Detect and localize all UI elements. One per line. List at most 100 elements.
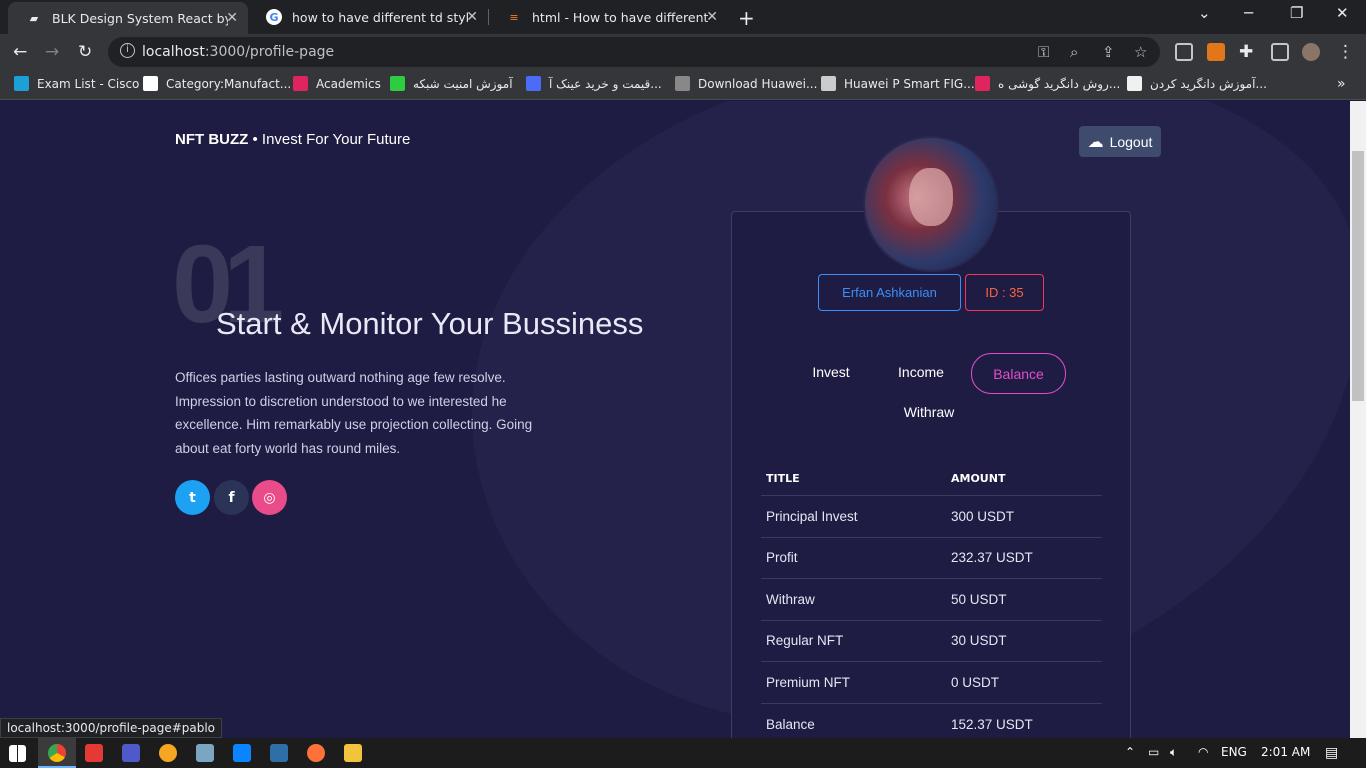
notifications-icon[interactable]: ▤ <box>1325 745 1338 761</box>
hero-title: Start & Monitor Your Bussiness <box>216 306 644 341</box>
hero-description: Offices parties lasting outward nothing … <box>175 370 533 456</box>
side-panel-icon[interactable] <box>1271 43 1289 61</box>
twitter-icon: t <box>189 489 196 506</box>
row-amount: 50 USDT <box>951 591 1007 607</box>
zoom-icon[interactable]: ⌕ <box>1070 43 1078 61</box>
browser-tabstrip: ▰ BLK Design System React by Crea ✕ G ho… <box>0 0 1366 34</box>
language-indicator[interactable]: ENG <box>1221 745 1247 759</box>
firefox-taskbar-icon[interactable] <box>307 744 325 762</box>
browser-tab-3[interactable]: ≡ html - How to have different tabl ✕ <box>488 0 728 34</box>
tab-invest[interactable]: Invest <box>796 352 866 392</box>
tab-balance[interactable]: Balance <box>971 353 1066 394</box>
page-scrollbar[interactable] <box>1350 101 1366 738</box>
bookmark-item[interactable]: Exam List - Cisco <box>14 76 139 91</box>
tab-title: html - How to have different tabl <box>532 9 708 25</box>
profile-avatar[interactable] <box>1302 43 1320 61</box>
media-taskbar-icon[interactable] <box>159 744 177 762</box>
bookmark-favicon-icon <box>143 76 158 91</box>
link-status-bar: localhost:3000/profile-page#pablo <box>0 718 223 738</box>
logout-button[interactable]: ☁ Logout <box>1079 126 1161 157</box>
stackoverflow-favicon-icon: ≡ <box>509 10 519 24</box>
column-header-amount: AMOUNT <box>951 471 1006 485</box>
windows-start-icon[interactable] <box>9 745 26 762</box>
back-icon[interactable]: ← <box>13 42 27 62</box>
close-tab-icon[interactable]: ✕ <box>706 9 718 25</box>
extensions-puzzle-icon[interactable]: ✚ <box>1239 42 1253 62</box>
bookmark-favicon-icon <box>675 76 690 91</box>
menu-kebab-icon[interactable]: ⋮ <box>1337 42 1354 62</box>
new-tab-icon[interactable]: + <box>738 6 755 30</box>
bookmark-label: Academics <box>316 76 381 91</box>
reload-icon[interactable]: ↻ <box>78 42 92 62</box>
bookmark-favicon-icon <box>14 76 29 91</box>
minimize-icon[interactable]: ─ <box>1244 4 1253 22</box>
bookmark-label: آموزش دانگرید کردن... <box>1150 76 1267 91</box>
brand-title[interactable]: NFT BUZZ • Invest For Your Future <box>175 131 410 148</box>
avatar-face <box>909 168 953 226</box>
profile-page: NFT BUZZ • Invest For Your Future ☁ Logo… <box>0 101 1350 738</box>
site-info-icon[interactable]: i <box>120 43 135 58</box>
restore-icon[interactable]: ❐ <box>1290 4 1303 22</box>
twitter-button[interactable]: t <box>175 480 210 515</box>
tab-title: how to have different td styles in <box>292 9 468 25</box>
row-amount: 232.37 USDT <box>951 550 1033 566</box>
vscode-taskbar-icon[interactable] <box>233 744 251 762</box>
scrollbar-thumb[interactable] <box>1352 151 1364 401</box>
table-row: Regular NFT 30 USDT <box>761 621 1102 662</box>
user-id-badge[interactable]: ID : 35 <box>965 274 1044 311</box>
browser-tab-1[interactable]: ▰ BLK Design System React by Crea ✕ <box>8 2 248 34</box>
bookmark-favicon-icon <box>293 76 308 91</box>
row-amount: 30 USDT <box>951 633 1007 649</box>
close-tab-icon[interactable]: ✕ <box>226 10 238 26</box>
table-row: Profit 232.37 USDT <box>761 538 1102 579</box>
app-cube-taskbar-icon[interactable] <box>196 744 214 762</box>
key-icon[interactable]: ⚿ <box>1038 43 1049 61</box>
chrome-taskbar-icon[interactable] <box>48 744 66 762</box>
bookmark-item[interactable]: آموزش دانگرید کردن... <box>1127 76 1267 91</box>
url-text: localhost:3000/profile-page <box>142 44 335 60</box>
app-taskbar-icon[interactable] <box>270 744 288 762</box>
bookmark-item[interactable]: آموزش امنیت شبکه <box>390 76 513 91</box>
qr-extension-icon[interactable] <box>1175 43 1193 61</box>
more-bookmarks-icon[interactable]: » <box>1337 76 1346 92</box>
bookmark-label: روش دانگرید گوشی ه... <box>998 76 1121 91</box>
anydesk-taskbar-icon[interactable] <box>85 744 103 762</box>
tab-income[interactable]: Income <box>884 352 958 392</box>
cloud-download-icon: ☁ <box>1087 133 1104 151</box>
wifi-icon[interactable]: ◠ <box>1198 745 1208 759</box>
bookmark-item[interactable]: Download Huawei... <box>675 76 817 91</box>
tray-chevron-icon[interactable]: ⌃ <box>1125 745 1135 759</box>
bookmark-label: آموزش امنیت شبکه <box>413 76 513 91</box>
browser-tab-2[interactable]: G how to have different td styles in ✕ <box>248 0 488 34</box>
table-row: Premium NFT 0 USDT <box>761 662 1102 704</box>
dribbble-button[interactable]: ◎ <box>252 480 287 515</box>
bookmark-item[interactable]: Academics <box>293 76 381 91</box>
clock[interactable]: 2:01 AM <box>1261 745 1310 759</box>
tab-search-icon[interactable]: ⌄ <box>1198 4 1211 22</box>
bookmark-item[interactable]: Huawei P Smart FIG... <box>821 76 975 91</box>
close-window-icon[interactable]: ✕ <box>1336 4 1349 22</box>
blk-favicon-icon: ▰ <box>29 11 39 25</box>
battery-icon[interactable]: ▭ <box>1148 745 1159 759</box>
facebook-button[interactable]: f <box>214 480 249 515</box>
row-amount: 152.37 USDT <box>951 716 1033 732</box>
metamask-extension-icon[interactable] <box>1207 43 1225 61</box>
file-explorer-taskbar-icon[interactable] <box>344 744 362 762</box>
volume-icon[interactable]: 🔈︎ <box>1170 745 1177 760</box>
row-title: Regular NFT <box>766 633 844 649</box>
user-name-badge[interactable]: Erfan Ashkanian <box>818 274 961 311</box>
share-icon[interactable]: ⇪ <box>1102 43 1115 61</box>
close-tab-icon[interactable]: ✕ <box>466 9 478 25</box>
bookmark-favicon-icon <box>390 76 405 91</box>
bookmark-item[interactable]: قیمت و خرید عینک آ... <box>526 76 662 91</box>
teams-taskbar-icon[interactable] <box>122 744 140 762</box>
bookmark-star-icon[interactable]: ☆ <box>1134 43 1147 61</box>
google-favicon-icon: G <box>266 9 282 25</box>
row-title: Profit <box>766 550 798 566</box>
tab-withraw[interactable]: Withraw <box>889 392 969 432</box>
bookmark-item[interactable]: روش دانگرید گوشی ه... <box>975 76 1120 91</box>
bookmark-item[interactable]: Category:Manufact... <box>143 76 291 91</box>
forward-icon[interactable]: → <box>45 42 59 62</box>
address-bar[interactable]: i localhost:3000/profile-page ⚿ ⌕ ⇪ ☆ <box>108 37 1160 67</box>
row-title: Withraw <box>766 591 815 607</box>
